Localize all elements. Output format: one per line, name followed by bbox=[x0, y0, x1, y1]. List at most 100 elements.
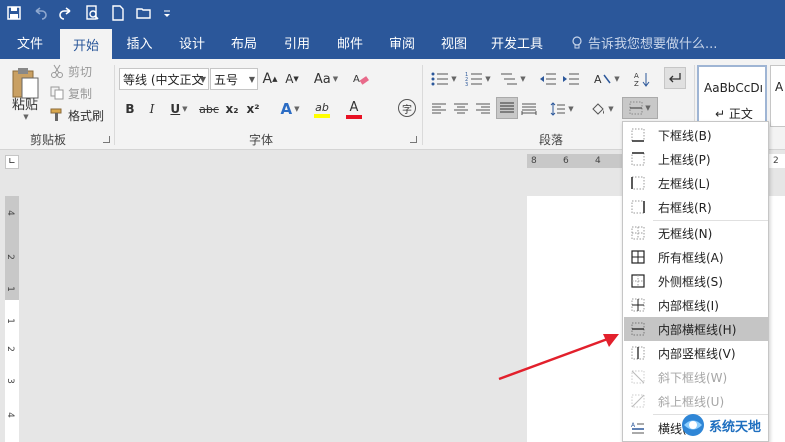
align-right-icon[interactable] bbox=[474, 99, 492, 119]
highlight-color-button[interactable]: ab bbox=[308, 97, 336, 121]
tab-file[interactable]: 文件 bbox=[0, 26, 60, 59]
justify-icon[interactable] bbox=[496, 97, 518, 119]
inside-vertical-border-icon bbox=[631, 346, 645, 360]
grow-font-button[interactable]: A ▲ bbox=[262, 69, 278, 89]
increase-indent-icon[interactable] bbox=[561, 69, 581, 89]
font-group-label: 字体 bbox=[249, 133, 274, 147]
copy-icon bbox=[50, 86, 64, 100]
customize-qat-icon[interactable] bbox=[162, 5, 172, 21]
menu-item-top-border[interactable]: 上框线(P) bbox=[624, 147, 768, 171]
menu-item-label: 外侧框线(S) bbox=[658, 274, 723, 289]
tab-view[interactable]: 视图 bbox=[427, 26, 481, 59]
font-color-icon: A bbox=[349, 99, 359, 115]
paste-button[interactable]: 粘贴 bbox=[10, 95, 40, 113]
inside-borders-icon bbox=[631, 298, 645, 312]
vertical-ruler[interactable]: 4 2 1 1 2 3 4 bbox=[5, 196, 19, 442]
ruler-tick: 1 bbox=[4, 286, 15, 292]
ruler-tick: 2 bbox=[773, 156, 779, 166]
menu-item-inside-vertical-border[interactable]: 内部竖框线(V) bbox=[624, 341, 768, 365]
change-case-button[interactable]: Aa ▼ bbox=[311, 69, 341, 89]
menu-item-diagonal-up-border: 斜上框线(U) bbox=[624, 389, 768, 413]
new-document-icon[interactable] bbox=[110, 5, 126, 21]
menu-item-bottom-border[interactable]: 下框线(B) bbox=[624, 123, 768, 147]
menu-item-label: 无框线(N) bbox=[658, 226, 713, 241]
group-divider bbox=[422, 65, 423, 145]
tab-references[interactable]: 引用 bbox=[271, 26, 323, 59]
chinese-layout-button[interactable]: A ▼ bbox=[592, 69, 622, 89]
copy-button[interactable]: 复制 bbox=[50, 84, 92, 102]
paste-dropdown-icon[interactable]: ▼ bbox=[20, 113, 30, 121]
tab-selector[interactable]: ∟ bbox=[5, 155, 19, 169]
bullets-button[interactable]: ▼ bbox=[430, 69, 458, 89]
ribbon-tabs: 文件 开始 插入 设计 布局 引用 邮件 审阅 视图 开发工具 告诉我您想要做什… bbox=[0, 26, 785, 59]
format-painter-button[interactable]: 格式刷 bbox=[50, 106, 104, 124]
tab-insert[interactable]: 插入 bbox=[112, 26, 167, 59]
horizontal-line-icon: A bbox=[631, 421, 645, 435]
tab-design[interactable]: 设计 bbox=[167, 26, 217, 59]
distributed-align-icon[interactable] bbox=[520, 99, 538, 119]
sort-icon[interactable]: AZ bbox=[632, 69, 654, 89]
italic-button[interactable]: I bbox=[144, 99, 160, 119]
print-preview-icon[interactable] bbox=[84, 5, 100, 21]
align-left-icon[interactable] bbox=[430, 99, 448, 119]
tab-layout[interactable]: 布局 bbox=[217, 26, 271, 59]
ruler-tick: 4 bbox=[4, 412, 15, 418]
ruler-tick: 2 bbox=[4, 254, 15, 260]
line-spacing-button[interactable]: ▼ bbox=[548, 99, 576, 119]
menu-item-no-border[interactable]: 无框线(N) bbox=[624, 221, 768, 245]
font-name-value: 等线 (中文正文 bbox=[123, 72, 204, 87]
font-size-combo[interactable]: 五号 ▼ bbox=[210, 68, 258, 90]
bullets-icon bbox=[431, 72, 449, 86]
subscript-button[interactable]: x₂ bbox=[223, 99, 241, 119]
open-folder-icon[interactable] bbox=[136, 5, 152, 21]
enclose-character-button[interactable]: 字 bbox=[398, 99, 416, 117]
font-launcher-icon[interactable] bbox=[410, 136, 417, 143]
bottom-border-icon bbox=[631, 128, 645, 142]
cut-button[interactable]: 剪切 bbox=[50, 62, 92, 80]
clipboard-launcher-icon[interactable] bbox=[103, 136, 110, 143]
paintbrush-icon bbox=[50, 108, 62, 121]
tab-review[interactable]: 审阅 bbox=[377, 26, 427, 59]
menu-item-label: 内部竖框线(V) bbox=[658, 346, 736, 361]
font-name-combo[interactable]: 等线 (中文正文 ▼ bbox=[119, 68, 209, 90]
tell-me-box[interactable]: 告诉我您想要做什么... bbox=[553, 26, 717, 59]
chevron-down-icon: ▼ bbox=[199, 75, 206, 84]
borders-button[interactable]: ▼ bbox=[622, 97, 658, 119]
shrink-font-button[interactable]: A ▼ bbox=[284, 69, 300, 89]
superscript-button[interactable]: x² bbox=[244, 99, 262, 119]
underline-button[interactable]: U ▼ bbox=[166, 99, 192, 119]
bold-button[interactable]: B bbox=[122, 99, 138, 119]
menu-item-left-border[interactable]: 左框线(L) bbox=[624, 171, 768, 195]
menu-item-inside-borders[interactable]: 内部框线(I) bbox=[624, 293, 768, 317]
show-formatting-marks-icon[interactable] bbox=[664, 67, 686, 89]
align-center-icon[interactable] bbox=[452, 99, 470, 119]
tab-developer[interactable]: 开发工具 bbox=[481, 26, 553, 59]
strikethrough-button[interactable]: abc bbox=[198, 99, 220, 119]
save-icon[interactable] bbox=[6, 5, 22, 21]
tab-home[interactable]: 开始 bbox=[60, 29, 112, 59]
outside-borders-icon bbox=[631, 274, 645, 288]
paragraph-group-label: 段落 bbox=[539, 133, 564, 147]
text-effects-button[interactable]: A ▼ bbox=[276, 99, 304, 119]
clear-formatting-button[interactable]: A bbox=[352, 69, 370, 89]
style-normal[interactable]: AaBbCcDı ↵ 正文 bbox=[697, 65, 767, 127]
menu-item-inside-horizontal-border[interactable]: 内部横框线(H) bbox=[624, 317, 768, 341]
redo-icon[interactable] bbox=[58, 5, 74, 21]
numbering-button[interactable]: 1 2 3 ▼ bbox=[464, 69, 492, 89]
tab-mailings[interactable]: 邮件 bbox=[323, 26, 377, 59]
menu-item-label: 右框线(R) bbox=[658, 200, 712, 215]
decrease-indent-icon[interactable] bbox=[538, 69, 558, 89]
undo-icon[interactable] bbox=[32, 5, 48, 21]
annotation-arrow bbox=[498, 334, 619, 381]
svg-text:A: A bbox=[594, 73, 602, 86]
style-next[interactable]: A bbox=[770, 65, 785, 127]
font-color-button[interactable]: A bbox=[340, 97, 368, 121]
globe-logo-icon bbox=[682, 414, 704, 436]
multilevel-list-button[interactable]: ▼ bbox=[498, 69, 528, 89]
menu-item-all-borders[interactable]: 所有框线(A) bbox=[624, 245, 768, 269]
menu-item-right-border[interactable]: 右框线(R) bbox=[624, 195, 768, 219]
shading-button[interactable]: ▼ bbox=[588, 99, 616, 119]
menu-item-outside-borders[interactable]: 外侧框线(S) bbox=[624, 269, 768, 293]
ruler-tick: 1 bbox=[4, 318, 15, 324]
svg-text:A: A bbox=[353, 74, 360, 85]
